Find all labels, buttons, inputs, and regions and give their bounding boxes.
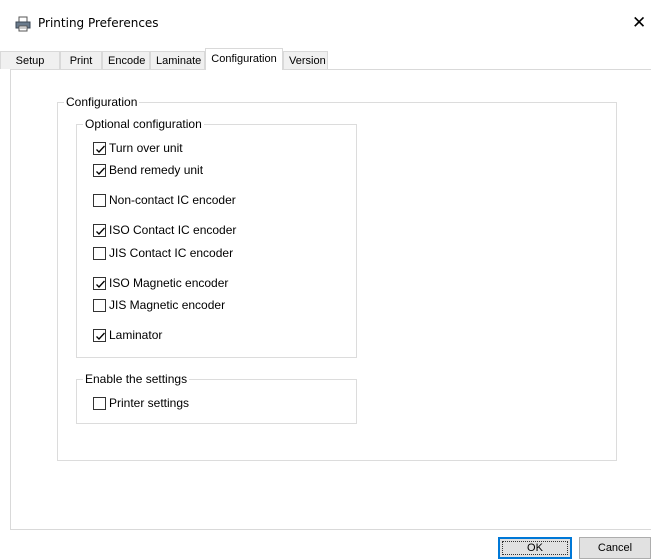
jis-contact-ic-encoder-option[interactable]: JIS Contact IC encoder <box>93 245 233 261</box>
turn-over-unit-label: Turn over unit <box>109 141 183 155</box>
jis-magnetic-encoder-label: JIS Magnetic encoder <box>109 298 226 312</box>
laminator-label: Laminator <box>109 328 163 342</box>
tab-configuration[interactable]: Configuration <box>205 48 283 70</box>
jis-magnetic-encoder-option[interactable]: JIS Magnetic encoder <box>93 297 225 313</box>
checkmark-icon <box>96 280 105 288</box>
cancel-button[interactable]: Cancel <box>579 537 651 559</box>
optional-configuration-group: Optional configuration Turn over unit Be… <box>76 117 357 358</box>
configuration-group-title: Configuration <box>64 95 140 109</box>
checkmark-icon <box>96 145 105 153</box>
close-icon[interactable]: ✕ <box>632 12 651 34</box>
iso-magnetic-encoder-label: ISO Magnetic encoder <box>109 276 229 290</box>
non-contact-ic-encoder-option[interactable]: Non-contact IC encoder <box>93 192 236 208</box>
checkmark-icon <box>96 227 105 235</box>
turn-over-unit-option[interactable]: Turn over unit <box>93 140 183 156</box>
iso-contact-ic-encoder-label: ISO Contact IC encoder <box>109 223 237 237</box>
tab-laminate[interactable]: Laminate <box>150 51 205 69</box>
jis-contact-ic-encoder-label: JIS Contact IC encoder <box>109 246 234 260</box>
tab-setup[interactable]: Setup <box>0 51 60 69</box>
configuration-group: Configuration Optional configuration Tur… <box>57 95 617 461</box>
checkmark-icon <box>96 332 105 340</box>
iso-contact-ic-encoder-checkbox[interactable] <box>93 223 106 237</box>
laminator-checkbox[interactable] <box>93 328 106 342</box>
enable-settings-group: Enable the settings Printer settings <box>76 372 357 424</box>
iso-magnetic-encoder-option[interactable]: ISO Magnetic encoder <box>93 275 228 291</box>
printer-settings-label: Printer settings <box>109 396 190 410</box>
tab-encode[interactable]: Encode <box>102 51 150 69</box>
printer-settings-checkbox[interactable] <box>93 396 106 410</box>
ok-button[interactable]: OK <box>498 537 572 559</box>
checkmark-icon <box>96 167 105 175</box>
jis-magnetic-encoder-checkbox[interactable] <box>93 298 106 312</box>
window-title: Printing Preferences <box>38 16 159 30</box>
printer-icon <box>15 16 31 32</box>
iso-contact-ic-encoder-option[interactable]: ISO Contact IC encoder <box>93 222 236 238</box>
printer-settings-option[interactable]: Printer settings <box>93 395 189 411</box>
focus-rectangle <box>502 541 568 555</box>
enable-settings-title: Enable the settings <box>83 372 190 386</box>
cancel-button-label: Cancel <box>597 542 633 554</box>
bend-remedy-unit-checkbox[interactable] <box>93 163 106 177</box>
tab-strip: Setup Print Encode Laminate Configuratio… <box>0 48 651 70</box>
non-contact-ic-encoder-checkbox[interactable] <box>93 193 106 207</box>
bend-remedy-unit-option[interactable]: Bend remedy unit <box>93 162 203 178</box>
iso-magnetic-encoder-checkbox[interactable] <box>93 276 106 290</box>
laminator-option[interactable]: Laminator <box>93 327 162 343</box>
optional-configuration-title: Optional configuration <box>83 117 204 131</box>
turn-over-unit-checkbox[interactable] <box>93 141 106 155</box>
bend-remedy-unit-label: Bend remedy unit <box>109 163 204 177</box>
printing-preferences-dialog: Printing Preferences ✕ Setup Print Encod… <box>0 0 651 559</box>
non-contact-ic-encoder-label: Non-contact IC encoder <box>109 193 236 207</box>
configuration-tab-page: Configuration Optional configuration Tur… <box>10 69 651 530</box>
tab-print[interactable]: Print <box>60 51 102 69</box>
title-bar: Printing Preferences ✕ <box>0 0 651 38</box>
tab-version[interactable]: Version <box>283 51 328 69</box>
jis-contact-ic-encoder-checkbox[interactable] <box>93 246 106 260</box>
